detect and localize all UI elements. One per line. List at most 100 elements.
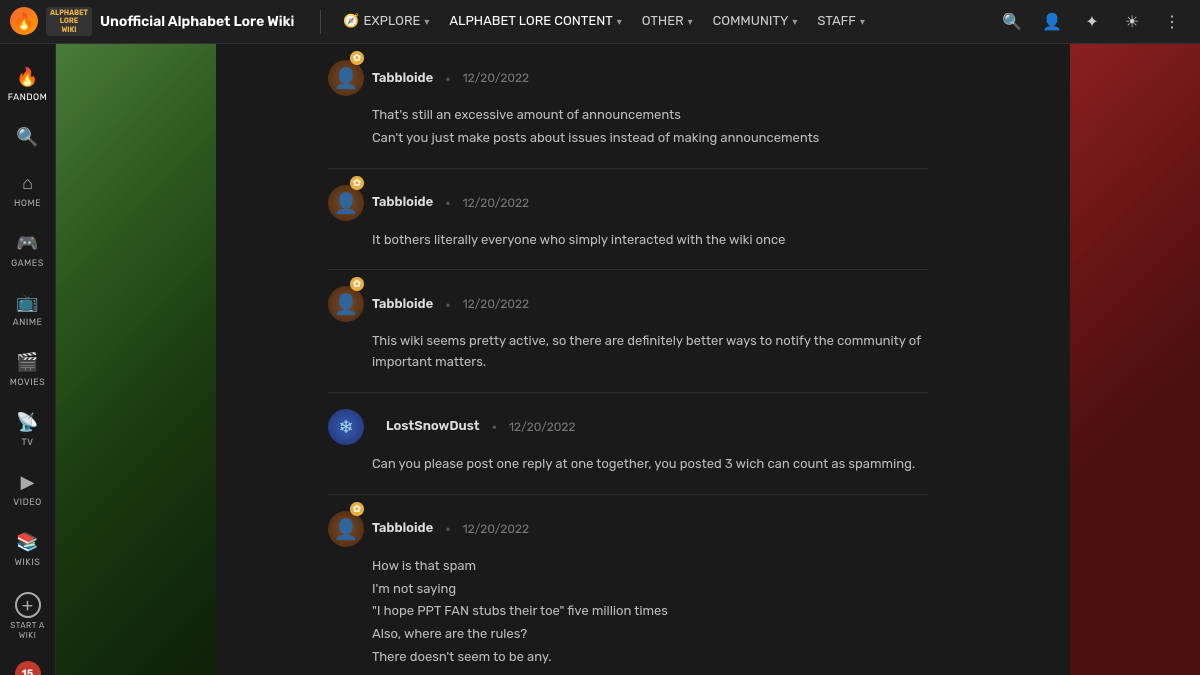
nav-right-actions: 🔍 👤 ✦ ☀ ⋮ [994,4,1190,40]
comment-line: How is that spam [372,557,928,578]
comment-text-1: That's still an excessive amount of anno… [328,106,928,150]
comment-4: LostSnowDust · 12/20/2022 Can you please… [328,393,928,495]
sidebar-item-search[interactable]: 🔍 [0,116,55,158]
comment-text-3: This wiki seems pretty active, so there … [328,332,928,374]
username-2[interactable]: Tabbloide [372,195,433,210]
nav-other-label: OTHER [642,14,684,29]
nav-other[interactable]: OTHER ▾ [632,0,703,44]
sidebar-item-notifications[interactable]: 15 [0,653,55,675]
content-column: ✿ Tabbloide · 12/20/2022 That's still an… [56,44,1200,675]
nav-community-label: COMMUNITY [713,14,789,29]
sidebar-item-video[interactable]: ▶ VIDEO [0,461,55,517]
plus-icon: + [15,592,41,618]
games-icon: 🎮 [15,230,41,256]
chevron-down-icon: ▾ [617,16,622,28]
movies-icon: 🎬 [15,349,41,375]
comment-5: ✿ Tabbloide · 12/20/2022 How is that spa… [328,495,928,675]
comment-1: ✿ Tabbloide · 12/20/2022 That's still an… [328,44,928,169]
left-sidebar: 🔥 FANDOM 🔍 ⌂ HOME 🎮 GAMES 📺 ANIME 🎬 MOVI… [0,44,56,675]
sidebar-item-movies[interactable]: 🎬 MOVIES [0,341,55,397]
username-5[interactable]: Tabbloide [372,521,433,536]
nav-alphabet-lore-content[interactable]: ALPHABET LORE CONTENT ▾ [439,0,631,44]
comment-header-4: LostSnowDust · 12/20/2022 [328,409,928,445]
comment-line: I'm not saying [372,580,928,601]
chevron-down-icon: ▾ [792,16,797,28]
sidebar-movies-label: MOVIES [10,378,45,389]
comment-line: Can't you just make posts about issues i… [372,129,928,150]
flower-badge-5: ✿ [350,502,364,516]
fandom-logo[interactable]: 🔥 [10,7,38,35]
sidebar-item-wikis[interactable]: 📚 WIKIS [0,521,55,577]
avatar-lostsnow [328,409,364,445]
sidebar-item-fandom[interactable]: 🔥 FANDOM [0,56,55,112]
wiki-logo-box: ALPHABET LORE WIKI [46,7,92,36]
fandom-icon: 🔥 [15,64,41,90]
explore-icon: 🧭 [343,14,359,29]
wiki-title: Unofficial Alphabet Lore Wiki [100,13,294,30]
notification-badge: 15 [15,661,41,675]
settings-button[interactable]: ☀ [1114,4,1150,40]
sidebar-games-label: GAMES [11,259,44,270]
nav-staff[interactable]: STAFF ▾ [807,0,874,44]
chevron-down-icon: ▾ [688,16,693,28]
username-1[interactable]: Tabbloide [372,71,433,86]
username-3[interactable]: Tabbloide [372,297,433,312]
avatar-tabbloide-3 [328,286,364,322]
sidebar-video-label: VIDEO [13,498,42,509]
sidebar-item-anime[interactable]: 📺 ANIME [0,281,55,337]
anime-icon: 📺 [15,289,41,315]
search-icon: 🔍 [15,124,41,150]
date-4: 12/20/2022 [509,420,576,434]
comment-line: This wiki seems pretty active, so there … [372,332,928,374]
comment-line: There doesn't seem to be any. [372,648,928,669]
sidebar-item-tv[interactable]: 📡 TV [0,401,55,457]
separator-2: · [445,193,450,212]
comment-line: It bothers literally everyone who simply… [372,231,928,252]
avatar-tabbloide-2 [328,185,364,221]
sidebar-home-label: HOME [14,199,41,210]
sidebar-item-home[interactable]: ⌂ HOME [0,162,55,218]
theme-toggle-button[interactable]: ✦ [1074,4,1110,40]
nav-divider [320,10,321,34]
start-wiki-button[interactable]: + START AWIKI [0,584,55,648]
comment-line: Also, where are the rules? [372,625,928,646]
chevron-down-icon: ▾ [860,16,865,28]
comment-header-1: ✿ Tabbloide · 12/20/2022 [328,60,928,96]
video-icon: ▶ [15,469,41,495]
comment-line: "I hope PPT FAN stubs their toe" five mi… [372,602,928,623]
nav-explore[interactable]: 🧭 EXPLORE ▾ [333,0,439,44]
comment-2: ✿ Tabbloide · 12/20/2022 It bothers lite… [328,169,928,271]
separator-3: · [445,295,450,314]
comment-header-5: ✿ Tabbloide · 12/20/2022 [328,511,928,547]
sidebar-item-games[interactable]: 🎮 GAMES [0,222,55,278]
separator-4: · [492,417,497,436]
comment-3: ✿ Tabbloide · 12/20/2022 This wiki seems… [328,270,928,393]
comment-header-3: ✿ Tabbloide · 12/20/2022 [328,286,928,322]
nav-explore-label: EXPLORE [364,14,421,29]
date-3: 12/20/2022 [463,297,530,311]
start-wiki-label: START AWIKI [10,621,45,640]
comments-area[interactable]: ✿ Tabbloide · 12/20/2022 That's still an… [318,44,938,675]
sidebar-wikis-label: WIKIS [15,558,41,569]
main-layout: 🔥 FANDOM 🔍 ⌂ HOME 🎮 GAMES 📺 ANIME 🎬 MOVI… [0,44,1200,675]
comment-line: That's still an excessive amount of anno… [372,106,928,127]
username-4[interactable]: LostSnowDust [386,419,480,434]
comment-header-2: ✿ Tabbloide · 12/20/2022 [328,185,928,221]
flower-badge-1: ✿ [350,51,364,65]
separator-5: · [445,519,450,538]
nav-community[interactable]: COMMUNITY ▾ [703,0,808,44]
sidebar-fandom-label: FANDOM [8,93,48,104]
search-button[interactable]: 🔍 [994,4,1030,40]
more-options-button[interactable]: ⋮ [1154,4,1190,40]
nav-alphabet-lore-label: ALPHABET LORE CONTENT [449,14,612,29]
comment-text-2: It bothers literally everyone who simply… [328,231,928,252]
top-navigation: 🔥 ALPHABET LORE WIKI Unofficial Alphabet… [0,0,1200,44]
flower-badge-3: ✿ [350,277,364,291]
main-content-area: ✿ Tabbloide · 12/20/2022 That's still an… [56,44,1200,675]
date-1: 12/20/2022 [463,71,530,85]
logo-area: 🔥 ALPHABET LORE WIKI Unofficial Alphabet… [10,7,294,36]
avatar-tabbloide-1 [328,60,364,96]
user-profile-button[interactable]: 👤 [1034,4,1070,40]
comment-line: Can you please post one reply at one tog… [372,455,928,476]
wikis-icon: 📚 [15,529,41,555]
